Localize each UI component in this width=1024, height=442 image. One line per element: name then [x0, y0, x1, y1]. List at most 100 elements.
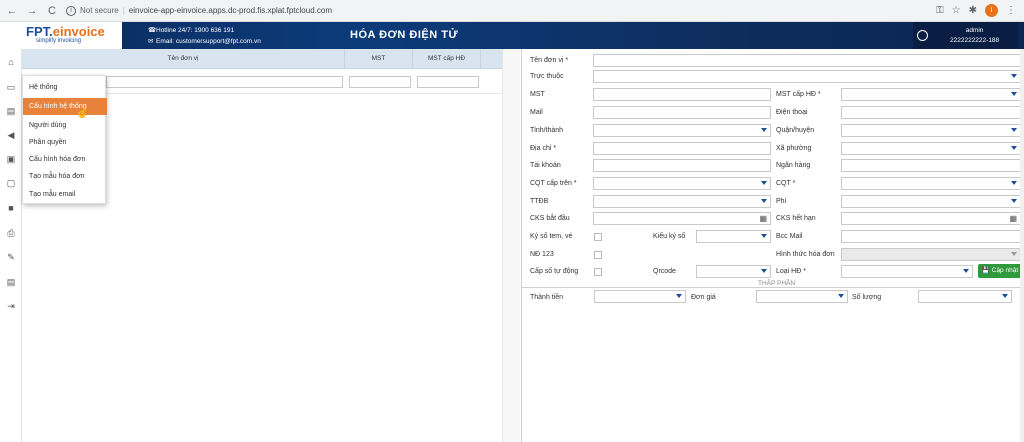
section-divider: [522, 287, 1024, 288]
signature-icon[interactable]: ✎: [6, 252, 16, 262]
profile-avatar[interactable]: I: [985, 4, 998, 17]
hotline-text: Hotline 24/7: 1900 636 191: [156, 26, 235, 34]
menu-cau-hinh-hoa-don[interactable]: Cấu hình hóa đơn: [23, 151, 107, 168]
info-icon[interactable]: i: [66, 5, 76, 16]
monitor-icon[interactable]: ▭: [6, 82, 16, 92]
column-mst-cap-hd[interactable]: MST cấp HĐ: [413, 49, 481, 69]
extensions-icon[interactable]: ✱: [969, 5, 977, 16]
address-bar[interactable]: i Not secure | einvoice-app-einvoice.app…: [66, 2, 926, 19]
select-kieu-ky-so[interactable]: [696, 230, 771, 243]
logout-icon[interactable]: ⇥: [6, 301, 16, 311]
input-bcc-mail[interactable]: [841, 230, 1021, 243]
checkbox-cap-so-tu-dong[interactable]: [594, 268, 602, 276]
select-tinh-thanh[interactable]: [593, 124, 771, 137]
label-quan-huyen: Quận/huyện: [776, 127, 815, 134]
input-mst[interactable]: [593, 88, 771, 101]
back-icon[interactable]: ←: [4, 3, 20, 19]
user-name: admin: [965, 26, 984, 34]
user-avatar-icon[interactable]: [917, 30, 928, 41]
form-scrollbar[interactable]: [1020, 49, 1024, 442]
menu-cau-hinh-he-thong[interactable]: Cấu hình hệ thống: [23, 98, 107, 115]
logo-tagline: simplify invoicing: [36, 38, 82, 44]
label-nd-123: NĐ 123: [530, 251, 554, 258]
select-don-gia[interactable]: [756, 290, 848, 303]
input-mail[interactable]: [593, 106, 771, 119]
select-cqt[interactable]: [841, 177, 1021, 190]
input-ngan-hang[interactable]: [841, 159, 1021, 172]
star-icon[interactable]: ☆: [952, 5, 961, 16]
reload-icon[interactable]: C: [44, 3, 60, 19]
select-loai-hd[interactable]: [841, 265, 973, 278]
url-text[interactable]: einvoice-app-einvoice.apps.dc-prod.fis.x…: [129, 6, 332, 15]
menu-tao-mau-hoa-don[interactable]: Tạo mẫu hóa đơn: [23, 168, 107, 185]
user-menu[interactable]: admin 2222222222-188: [913, 22, 1018, 49]
printer-icon[interactable]: ⎙: [6, 228, 16, 238]
select-thanh-tien[interactable]: [594, 290, 686, 303]
calendar-icon[interactable]: ▦: [759, 214, 767, 223]
menu-phan-quyen[interactable]: Phân quyền: [23, 134, 107, 151]
not-secure-label: Not secure: [80, 6, 119, 15]
checkbox-nd-123[interactable]: [594, 251, 602, 259]
select-phi[interactable]: [841, 195, 1021, 208]
input-ten-don-vi[interactable]: [593, 54, 1021, 67]
home-icon[interactable]: ⌂: [6, 57, 16, 67]
phone-icon: ☎: [148, 26, 157, 34]
filter-mst-cap-hd[interactable]: [417, 76, 479, 88]
label-tinh-thanh: Tỉnh/thành: [530, 127, 564, 134]
label-cqt: CQT *: [776, 180, 796, 187]
date-cks-het-han[interactable]: ▦: [841, 212, 1021, 225]
column-mst[interactable]: MST: [345, 49, 413, 69]
label-don-gia: Đơn giá: [691, 294, 716, 301]
select-qrcode[interactable]: [696, 265, 771, 278]
select-ttdb[interactable]: [593, 195, 771, 208]
label-ky-so-tem-ve: Ký số tem, vé: [530, 233, 573, 240]
browser-toolbar: ← → C i Not secure | einvoice-app-einvoi…: [0, 0, 1024, 22]
label-cks-bat-dau: CKS bắt đầu: [530, 215, 570, 222]
briefcase-icon[interactable]: ■: [6, 203, 16, 213]
search-doc-icon[interactable]: ▣: [6, 154, 16, 164]
browser-menu-icon[interactable]: ⋮: [1006, 5, 1016, 16]
column-ten-don-vi[interactable]: Tên đơn vị: [22, 49, 345, 69]
select-hinh-thuc-hoa-don[interactable]: [841, 248, 1021, 261]
menu-tao-mau-email[interactable]: Tạo mẫu email: [23, 186, 107, 203]
menu-nguoi-dung[interactable]: Người dùng: [23, 117, 107, 134]
label-tai-khoan: Tài khoản: [530, 162, 561, 169]
label-cap-so-tu-dong: Cấp số tự động: [530, 268, 579, 275]
document-icon[interactable]: ▤: [6, 277, 16, 287]
input-tai-khoan[interactable]: [593, 159, 771, 172]
select-mst-cap-hd[interactable]: [841, 88, 1021, 101]
date-cks-bat-dau[interactable]: ▦: [593, 212, 771, 225]
section-thap-phan: THẬP PHÂN: [755, 280, 799, 287]
megaphone-icon[interactable]: ◀: [6, 130, 16, 140]
browser-actions: ⚿ ☆ ✱ I ⋮: [936, 4, 1016, 17]
checkbox-ky-so-tem-ve[interactable]: [594, 233, 602, 241]
menu-he-thong[interactable]: Hệ thống: [23, 79, 107, 96]
select-truc-thuoc[interactable]: [593, 70, 1021, 83]
select-so-luong[interactable]: [918, 290, 1012, 303]
label-bcc-mail: Bcc Mail: [776, 233, 803, 240]
clipboard-icon[interactable]: ▢: [6, 178, 16, 188]
label-phi: Phí: [776, 198, 787, 205]
label-mst: MST: [530, 91, 545, 98]
filter-ten-don-vi[interactable]: [106, 76, 343, 88]
label-dien-thoai: Điện thoại: [776, 109, 808, 116]
calendar-icon[interactable]: ▦: [1009, 214, 1017, 223]
calculator-icon[interactable]: ▤: [6, 106, 16, 116]
key-icon[interactable]: ⚿: [936, 5, 944, 16]
label-loai-hd: Loại HĐ *: [776, 268, 806, 275]
logo-suffix: einvoice: [52, 24, 105, 39]
select-cqt-cap-tren[interactable]: [593, 177, 771, 190]
grid-scrollbar[interactable]: [502, 49, 520, 442]
select-xa-phuong[interactable]: [841, 142, 1021, 155]
filter-mst[interactable]: [349, 76, 411, 88]
logo[interactable]: FPT.einvoice simplify invoicing: [0, 22, 122, 49]
update-button-label: Cập nhật: [991, 267, 1019, 274]
select-quan-huyen[interactable]: [841, 124, 1021, 137]
forward-icon[interactable]: →: [24, 3, 40, 19]
label-qrcode: Qrcode: [653, 268, 676, 275]
label-truc-thuoc: Trực thuộc: [530, 73, 564, 80]
input-dia-chi[interactable]: [593, 142, 771, 155]
update-button[interactable]: 💾 Cập nhật: [978, 264, 1022, 278]
input-dien-thoai[interactable]: [841, 106, 1021, 119]
label-kieu-ky-so: Kiểu ký số: [653, 233, 686, 240]
